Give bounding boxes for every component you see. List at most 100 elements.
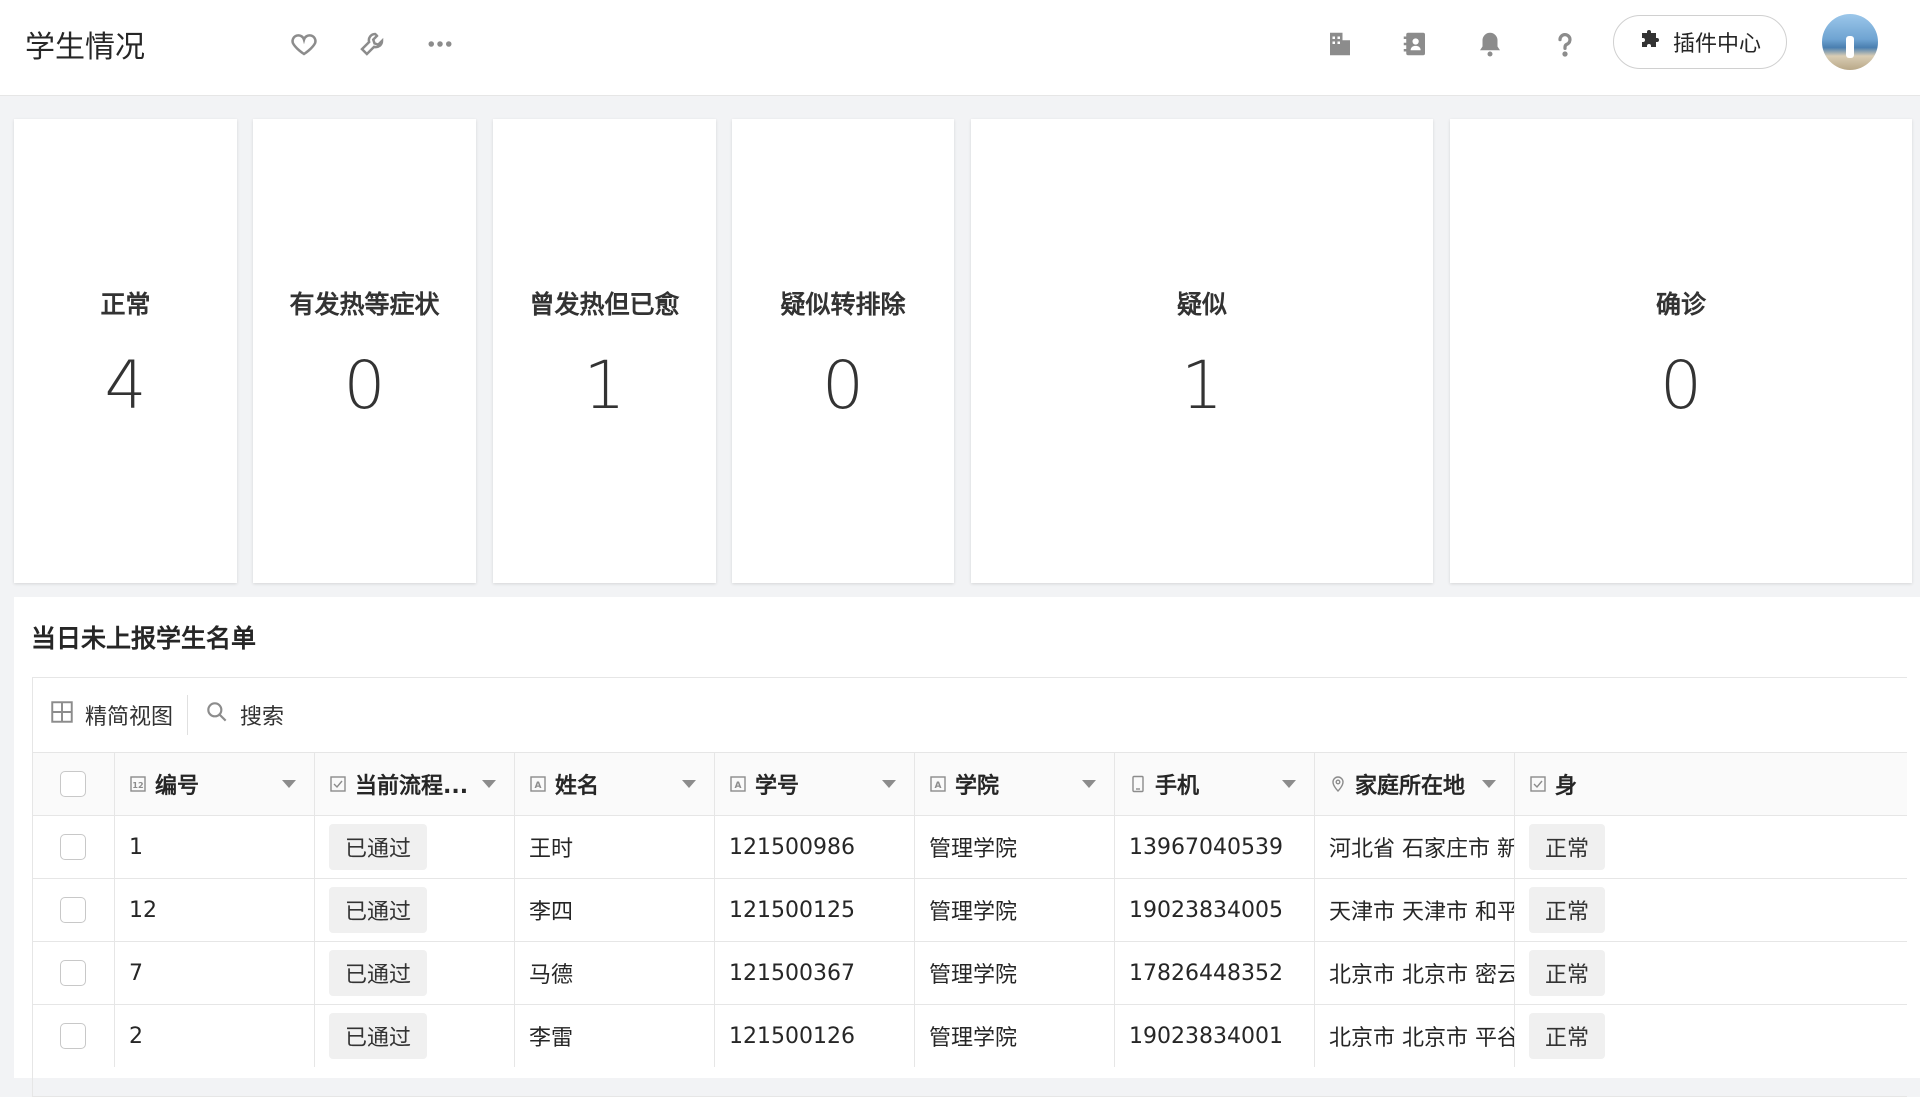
- column-header-health[interactable]: 身: [1515, 753, 1908, 815]
- help-icon[interactable]: [1545, 24, 1585, 64]
- column-header-address[interactable]: 家庭所在地: [1315, 753, 1515, 815]
- checkbox-field-icon: [330, 776, 346, 792]
- cell-name: 马德: [515, 942, 715, 1004]
- avatar-figure: [1846, 36, 1854, 58]
- search-icon: [204, 699, 230, 731]
- organization-icon[interactable]: [1320, 24, 1360, 64]
- sort-dropdown-icon[interactable]: [282, 780, 296, 788]
- favorite-heart-icon[interactable]: [284, 24, 324, 64]
- column-header-name[interactable]: A 姓名: [515, 753, 715, 815]
- select-all-checkbox[interactable]: [60, 771, 86, 797]
- stat-card-suspected-excluded[interactable]: 疑似转排除 0: [732, 119, 954, 583]
- top-bar: 学生情况 插件中心: [0, 0, 1920, 96]
- column-header-label: 家庭所在地: [1355, 774, 1466, 799]
- column-header-label: 学院: [955, 774, 1000, 799]
- column-header-phone[interactable]: 手机: [1115, 753, 1315, 815]
- cell-name: 李雷: [515, 1005, 715, 1067]
- column-header-label: 当前流程...: [355, 774, 469, 799]
- table-row[interactable]: 2 已通过 李雷 121500126 管理学院 19023834001 北京市 …: [33, 1004, 1907, 1067]
- sort-dropdown-icon[interactable]: [682, 780, 696, 788]
- column-header-label: 学号: [755, 774, 800, 799]
- svg-text:A: A: [735, 781, 742, 791]
- svg-text:12: 12: [132, 781, 143, 790]
- row-checkbox[interactable]: [60, 834, 86, 860]
- unreported-students-panel: 当日未上报学生名单 精简视图 搜索 12 编号 当前流程... A 姓名 A 学…: [14, 597, 1920, 1097]
- cell-college: 管理学院: [915, 816, 1115, 878]
- health-badge: 正常: [1529, 887, 1606, 933]
- stat-card-normal[interactable]: 正常 4: [14, 119, 237, 583]
- stat-value: 1: [1181, 347, 1223, 424]
- cell-phone: 13967040539: [1115, 816, 1315, 878]
- column-header-college[interactable]: A 学院: [915, 753, 1115, 815]
- cell-name: 王时: [515, 816, 715, 878]
- cell-status: 已通过: [315, 816, 515, 878]
- students-table: 精简视图 搜索 12 编号 当前流程... A 姓名 A 学号 A 学院 手机 …: [32, 677, 1907, 1097]
- row-checkbox[interactable]: [60, 960, 86, 986]
- row-select-cell: [33, 816, 115, 878]
- cell-health: 正常: [1515, 879, 1908, 941]
- stat-card-suspected[interactable]: 疑似 1: [971, 119, 1433, 583]
- column-header-student-no[interactable]: A 学号: [715, 753, 915, 815]
- cell-status: 已通过: [315, 942, 515, 1004]
- sort-dropdown-icon[interactable]: [1482, 780, 1496, 788]
- cell-id: 1: [115, 816, 315, 878]
- status-badge: 已通过: [329, 1013, 428, 1059]
- sort-dropdown-icon[interactable]: [482, 780, 496, 788]
- sort-dropdown-icon[interactable]: [882, 780, 896, 788]
- column-header-id[interactable]: 12 编号: [115, 753, 315, 815]
- avatar[interactable]: [1822, 14, 1878, 70]
- sort-dropdown-icon[interactable]: [1082, 780, 1096, 788]
- cell-college: 管理学院: [915, 1005, 1115, 1067]
- compact-view-label: 精简视图: [85, 705, 174, 730]
- stat-value: 4: [104, 347, 147, 424]
- checkbox-field-icon: [1530, 776, 1546, 792]
- stat-label: 疑似转排除: [780, 290, 906, 319]
- health-badge: 正常: [1529, 1013, 1606, 1059]
- cell-health: 正常: [1515, 942, 1908, 1004]
- stat-card-confirmed[interactable]: 确诊 0: [1450, 119, 1912, 583]
- sort-dropdown-icon[interactable]: [1282, 780, 1296, 788]
- compact-view-button[interactable]: 精简视图: [33, 695, 187, 735]
- cell-name: 李四: [515, 879, 715, 941]
- svg-text:A: A: [535, 781, 542, 791]
- text-field-icon: A: [730, 776, 746, 792]
- wrench-icon[interactable]: [352, 24, 392, 64]
- number-field-icon: 12: [130, 776, 146, 792]
- stat-card-recovered[interactable]: 曾发热但已愈 1: [493, 119, 716, 583]
- cell-health: 正常: [1515, 816, 1908, 878]
- location-pin-icon: [1332, 776, 1344, 792]
- search-button[interactable]: 搜索: [188, 695, 298, 735]
- row-select-cell: [33, 879, 115, 941]
- column-header-status[interactable]: 当前流程...: [315, 753, 515, 815]
- health-badge: 正常: [1529, 824, 1606, 870]
- status-badge: 已通过: [329, 824, 428, 870]
- status-badge: 已通过: [329, 887, 428, 933]
- table-header-row: 12 编号 当前流程... A 姓名 A 学号 A 学院 手机 家庭所在地 身: [33, 752, 1907, 815]
- notification-bell-icon[interactable]: [1470, 24, 1510, 64]
- plugin-center-button[interactable]: 插件中心: [1613, 15, 1787, 69]
- table-row[interactable]: 7 已通过 马德 121500367 管理学院 17826448352 北京市 …: [33, 941, 1907, 1004]
- table-row[interactable]: 12 已通过 李四 121500125 管理学院 19023834005 天津市…: [33, 878, 1907, 941]
- stat-label: 正常: [100, 290, 151, 319]
- plugin-center-label: 插件中心: [1672, 32, 1761, 57]
- cell-student-no: 121500367: [715, 942, 915, 1004]
- svg-text:A: A: [935, 781, 942, 791]
- more-icon[interactable]: [420, 24, 460, 64]
- cell-phone: 17826448352: [1115, 942, 1315, 1004]
- table-row[interactable]: 1 已通过 王时 121500986 管理学院 13967040539 河北省 …: [33, 815, 1907, 878]
- stat-value: 0: [822, 347, 864, 424]
- stat-card-fever[interactable]: 有发热等症状 0: [253, 119, 476, 583]
- cell-status: 已通过: [315, 879, 515, 941]
- cell-address: 天津市 天津市 和平...: [1315, 879, 1515, 941]
- cell-phone: 19023834001: [1115, 1005, 1315, 1067]
- stat-value: 0: [343, 347, 386, 424]
- contacts-icon[interactable]: [1395, 24, 1435, 64]
- cell-phone: 19023834005: [1115, 879, 1315, 941]
- cell-health: 正常: [1515, 1005, 1908, 1067]
- select-all-cell: [33, 753, 115, 815]
- cell-student-no: 121500125: [715, 879, 915, 941]
- cell-student-no: 121500986: [715, 816, 915, 878]
- column-header-label: 编号: [155, 774, 200, 799]
- row-checkbox[interactable]: [60, 897, 86, 923]
- row-checkbox[interactable]: [60, 1023, 86, 1049]
